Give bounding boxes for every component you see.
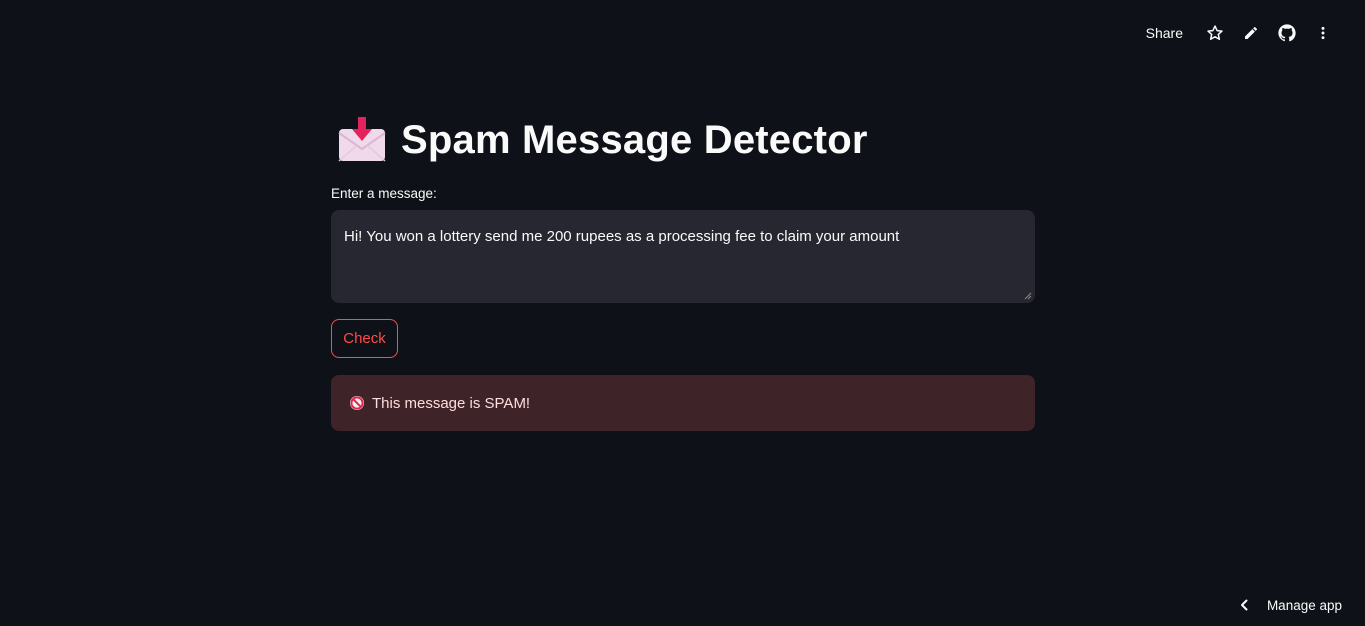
edit-button[interactable] — [1233, 20, 1269, 46]
pencil-icon — [1245, 26, 1257, 39]
github-button[interactable] — [1269, 20, 1305, 46]
message-input-label: Enter a message: — [331, 186, 437, 201]
resize-grip-icon[interactable] — [1024, 292, 1032, 300]
main-menu-button[interactable] — [1305, 20, 1341, 46]
spam-result-alert: This message is SPAM! — [331, 375, 1035, 431]
result-text: This message is SPAM! — [372, 394, 531, 412]
manage-app-button[interactable]: Manage app — [1239, 594, 1342, 616]
envelope-with-arrow-icon — [338, 117, 386, 162]
github-icon — [1278, 24, 1296, 42]
manage-app-label: Manage app — [1266, 597, 1342, 613]
star-button[interactable] — [1197, 20, 1233, 46]
page-header: Spam Message Detector — [337, 112, 868, 168]
no-entry-icon — [350, 396, 364, 410]
message-input[interactable] — [332, 211, 1034, 302]
top-toolbar: Share — [1146, 20, 1341, 46]
check-button[interactable]: Check — [331, 319, 398, 358]
page-title: Spam Message Detector — [401, 117, 868, 162]
star-icon — [1207, 25, 1223, 40]
more-vertical-icon — [1321, 26, 1325, 40]
message-input-container — [331, 210, 1035, 303]
chevron-left-icon — [1240, 599, 1248, 611]
share-button[interactable]: Share — [1146, 25, 1183, 41]
